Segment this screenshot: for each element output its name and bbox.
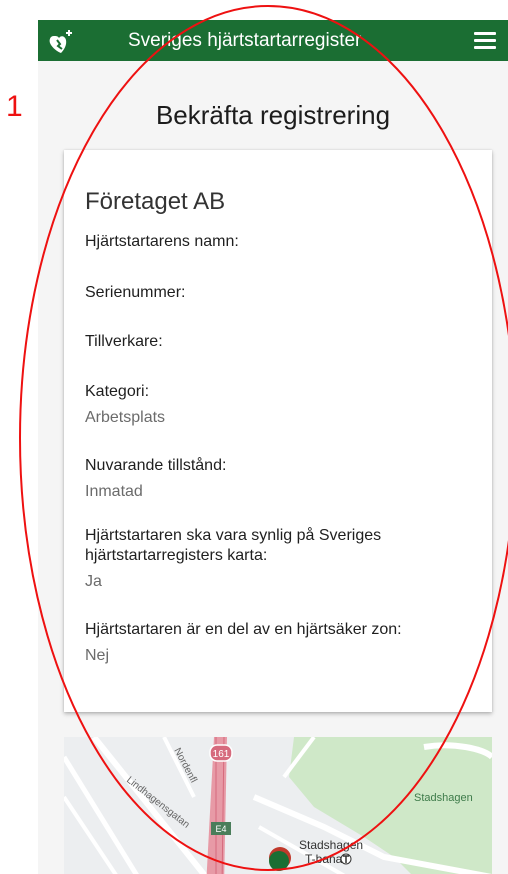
field-value: Inmatad (85, 483, 143, 500)
field-manufacturer: Tillverkare: (85, 332, 475, 352)
field-status: Nuvarande tillstånd: Inmatad (85, 456, 475, 502)
hamburger-menu-icon[interactable] (474, 32, 496, 50)
defibrillator-marker-green (269, 851, 289, 871)
field-value: Ja (85, 573, 102, 590)
field-value: Nej (85, 647, 110, 664)
field-visible-on-map: Hjärtstartaren ska vara synlig på Sverig… (85, 526, 475, 592)
field-value: Arbetsplats (85, 409, 166, 426)
heart-defibrillator-icon[interactable] (48, 28, 78, 54)
field-label: Kategori: (85, 383, 150, 400)
field-safe-zone: Hjärtstartaren är en del av en hjärtsäke… (85, 620, 475, 666)
top-bar: Sveriges hjärtstartarregister (38, 20, 508, 61)
app-title: Sveriges hjärtstartarregister (128, 30, 362, 51)
field-label: Hjärtstartaren är en del av en hjärtsäke… (85, 621, 402, 638)
station-label: Stadshagen (299, 838, 363, 852)
registration-card: Företaget AB Hjärtstartarens namn: Serie… (64, 150, 492, 712)
annotation-number: 1 (6, 90, 23, 123)
field-label: Nuvarande tillstånd: (85, 457, 227, 474)
field-label: Tillverkare: (85, 333, 163, 350)
road-shield-label: E4 (215, 824, 226, 834)
map-canvas: 161 E4 Lindhagensgatan Nordenfl Stadshag… (64, 737, 492, 874)
field-label: Hjärtstartaren ska vara synlig på Sverig… (85, 527, 382, 564)
field-label: Hjärtstartarens namn: (85, 233, 239, 250)
app-screen: Sveriges hjärtstartarregister Bekräfta r… (38, 20, 508, 874)
company-name: Företaget AB (85, 188, 226, 215)
road-shield-label: 161 (213, 749, 230, 760)
field-name: Hjärtstartarens namn: (85, 232, 475, 252)
field-category: Kategori: Arbetsplats (85, 382, 475, 428)
map-view[interactable]: 161 E4 Lindhagensgatan Nordenfl Stadshag… (64, 737, 492, 874)
field-serial: Serienummer: (85, 283, 475, 303)
station-label: T-bana (305, 852, 343, 866)
area-label: Stadshagen (414, 792, 473, 804)
field-label: Serienummer: (85, 284, 186, 301)
page-title: Bekräfta registrering (155, 100, 391, 130)
